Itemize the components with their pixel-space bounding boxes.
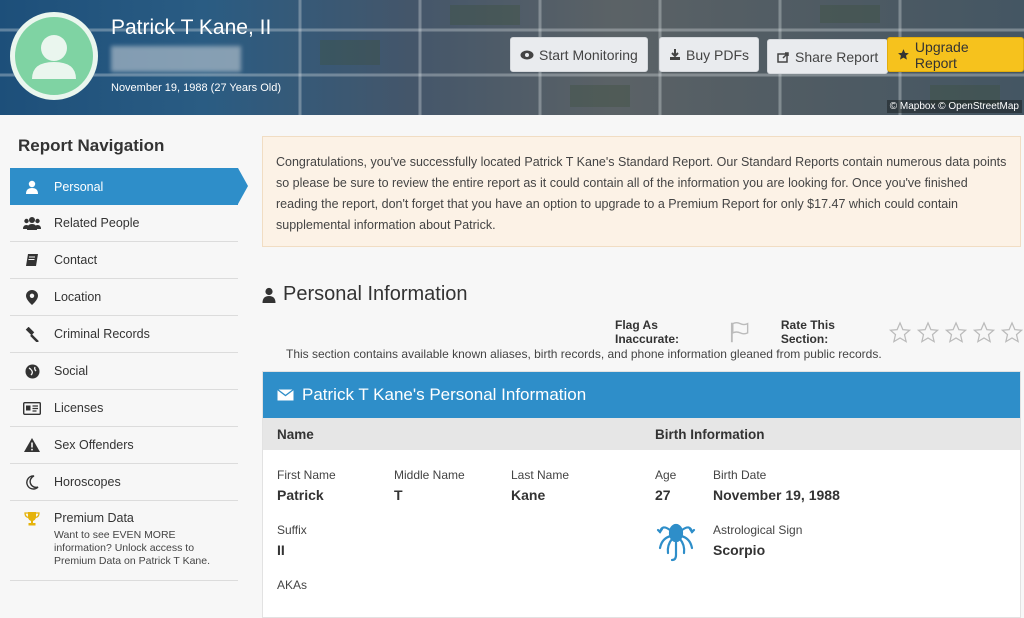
eye-icon: [520, 50, 534, 59]
premium-data-description: Want to see EVEN MORE information? Unloc…: [54, 529, 211, 567]
nav-item-location[interactable]: Location: [10, 279, 238, 316]
personal-information-card: Patrick T Kane's Personal Information Na…: [262, 371, 1021, 618]
middle-name-label: Middle Name: [394, 468, 465, 482]
scorpio-icon: [656, 523, 696, 562]
first-name-label: First Name: [277, 468, 336, 482]
card-title: Patrick T Kane's Personal Information: [302, 385, 587, 404]
id-card-icon: [23, 401, 41, 415]
moon-icon: [26, 474, 39, 490]
age-value: 27: [655, 487, 671, 503]
nav-item-related-people[interactable]: Related People: [10, 205, 238, 242]
nav-item-contact[interactable]: Contact: [10, 242, 238, 279]
rate-label: Rate This Section:: [780, 318, 835, 346]
star-icon: [898, 49, 909, 60]
nav-item-criminal-records[interactable]: Criminal Records: [10, 316, 238, 353]
share-report-button[interactable]: Share Report: [767, 39, 889, 74]
nav-item-sex-offenders[interactable]: Sex Offenders: [10, 427, 238, 464]
astrological-sign-label: Astrological Sign: [713, 523, 803, 537]
upgrade-report-button[interactable]: Upgrade Report: [887, 37, 1024, 72]
star-icon[interactable]: [916, 320, 940, 344]
suffix-value: II: [277, 542, 285, 558]
birth-information-header: Birth Information: [655, 426, 765, 442]
redacted-info: [111, 46, 241, 72]
buy-pdfs-button[interactable]: Buy PDFs: [659, 37, 760, 72]
card-subheader: Name Birth Information: [263, 418, 1020, 450]
premium-data-label: Premium Data: [54, 511, 134, 525]
nav-item-personal[interactable]: Personal: [10, 168, 248, 205]
download-icon: [670, 49, 680, 60]
card-header: Patrick T Kane's Personal Information: [263, 372, 1020, 418]
akas-label: AKAs: [277, 578, 308, 592]
birth-date-value: November 19, 1988: [713, 487, 840, 503]
share-icon: [777, 51, 789, 63]
users-icon: [23, 217, 41, 230]
trophy-icon: [24, 512, 40, 526]
person-name: Patrick T Kane, II: [111, 16, 272, 39]
star-icon[interactable]: [888, 320, 912, 344]
last-name-value: Kane: [511, 487, 546, 503]
warning-icon: [24, 438, 40, 452]
name-header: Name: [277, 426, 314, 442]
date-of-birth: November 19, 1988 (27 Years Old): [111, 82, 281, 94]
section-title: Personal Information: [262, 283, 468, 306]
nav-item-social[interactable]: Social: [10, 353, 238, 390]
user-icon: [26, 180, 38, 194]
gavel-icon: [25, 326, 39, 342]
suffix-label: Suffix: [277, 523, 307, 537]
avatar: [10, 12, 98, 100]
envelope-icon: [277, 389, 294, 401]
user-icon: [262, 287, 276, 303]
feedback-row: Flag As Inaccurate: Rate This Section:: [615, 318, 1024, 346]
rating-stars: [888, 320, 1024, 344]
flag-icon[interactable]: [730, 321, 749, 343]
star-icon[interactable]: [944, 320, 968, 344]
nav-item-horoscopes[interactable]: Horoscopes: [10, 464, 238, 501]
birth-date-label: Birth Date: [713, 468, 767, 482]
nav-title: Report Navigation: [18, 136, 165, 155]
map-pin-icon: [26, 289, 38, 305]
flag-label: Flag As Inaccurate:: [615, 318, 680, 346]
person-silhouette-icon: [32, 35, 76, 79]
star-icon[interactable]: [972, 320, 996, 344]
astrological-sign-value: Scorpio: [713, 542, 766, 558]
congratulations-alert: Congratulations, you've successfully loc…: [262, 136, 1021, 247]
map-attribution[interactable]: © Mapbox © OpenStreetMap: [886, 100, 1022, 113]
globe-icon: [25, 364, 39, 378]
book-icon: [26, 254, 38, 266]
nav-item-licenses[interactable]: Licenses: [10, 390, 238, 427]
first-name-value: Patrick: [277, 487, 324, 503]
section-description: This section contains available known al…: [286, 347, 882, 361]
profile-header: Patrick T Kane, II November 19, 1988 (27…: [0, 0, 1024, 115]
start-monitoring-button[interactable]: Start Monitoring: [510, 37, 648, 72]
middle-name-value: T: [394, 487, 403, 503]
age-label: Age: [655, 468, 677, 482]
star-icon[interactable]: [1000, 320, 1024, 344]
report-navigation: Report Navigation Personal Related Peopl…: [0, 115, 248, 618]
nav-item-premium-data[interactable]: Premium Data Want to see EVEN MORE infor…: [10, 501, 238, 581]
last-name-label: Last Name: [511, 468, 570, 482]
